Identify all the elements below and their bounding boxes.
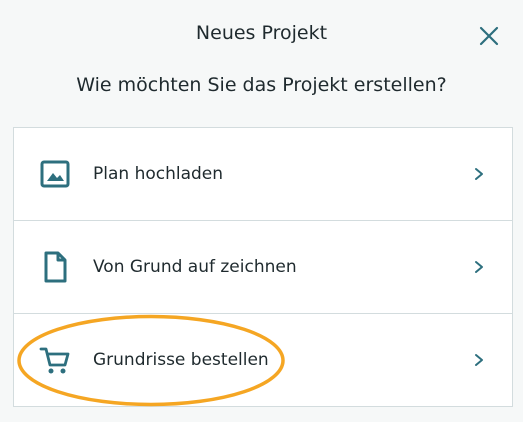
option-label: Grundrisse bestellen <box>93 350 269 370</box>
chevron-right-icon <box>475 168 483 180</box>
dialog-title: Neues Projekt <box>195 22 328 44</box>
chevron-right-icon <box>475 354 483 366</box>
close-icon <box>479 26 499 46</box>
project-options-list: Plan hochladen Von Grund auf zeichnen Gr… <box>13 127 513 407</box>
question-text: Wie möchten Sie das Projekt erstellen? <box>76 74 447 96</box>
document-icon <box>38 250 72 284</box>
image-icon <box>38 157 72 191</box>
dialog-header: Neues Projekt <box>0 0 523 72</box>
cart-icon <box>38 343 72 377</box>
option-order-floorplans[interactable]: Grundrisse bestellen <box>14 314 512 406</box>
close-button[interactable] <box>477 24 501 48</box>
option-draw-from-scratch[interactable]: Von Grund auf zeichnen <box>14 221 512 314</box>
option-upload-plan[interactable]: Plan hochladen <box>14 128 512 221</box>
option-label: Von Grund auf zeichnen <box>93 257 297 277</box>
chevron-right-icon <box>475 261 483 273</box>
option-label: Plan hochladen <box>93 164 224 184</box>
